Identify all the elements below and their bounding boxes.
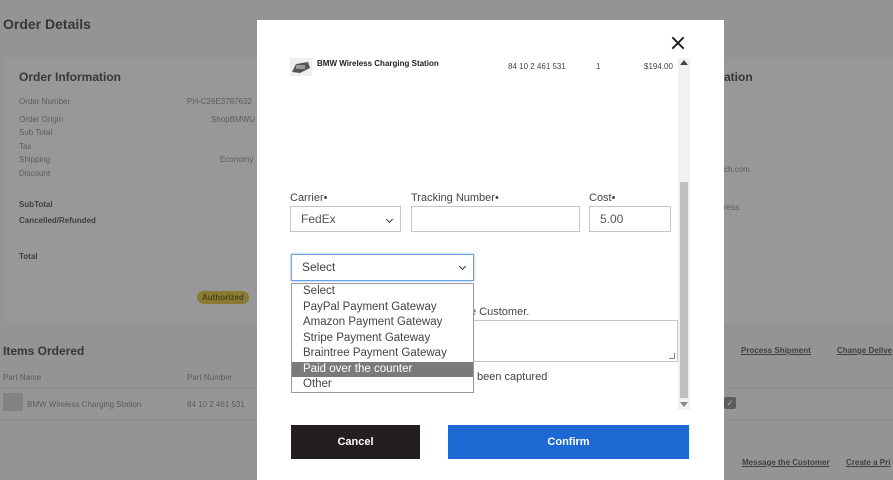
option-other[interactable]: Other bbox=[292, 377, 473, 393]
option-braintree[interactable]: Braintree Payment Gateway bbox=[292, 346, 473, 362]
cost-input[interactable]: 5.00 bbox=[589, 206, 671, 232]
tracking-number-input[interactable] bbox=[411, 206, 580, 232]
carrier-select[interactable]: FedEx bbox=[290, 206, 401, 232]
option-select[interactable]: Select bbox=[292, 284, 473, 300]
shipment-modal: BMW Wireless Charging Station 84 10 2 46… bbox=[257, 20, 724, 480]
resize-grip-icon[interactable] bbox=[669, 353, 675, 359]
option-paid-over-counter[interactable]: Paid over the counter bbox=[292, 361, 473, 377]
cost-label: Cost• bbox=[589, 192, 616, 204]
cancel-button[interactable]: Cancel bbox=[291, 425, 420, 459]
payment-captured-text: been captured bbox=[477, 371, 548, 383]
notify-customer-text: e Customer. bbox=[470, 306, 530, 318]
product-price: $194.00 bbox=[644, 62, 673, 71]
option-paypal[interactable]: PayPal Payment Gateway bbox=[292, 300, 473, 316]
product-part-number: 84 10 2 461 531 bbox=[508, 62, 566, 71]
product-name: BMW Wireless Charging Station bbox=[317, 59, 439, 68]
modal-scrollbar[interactable] bbox=[678, 58, 690, 410]
payment-method-select[interactable]: Select bbox=[291, 254, 474, 281]
carrier-label: Carrier• bbox=[290, 192, 328, 204]
option-amazon[interactable]: Amazon Payment Gateway bbox=[292, 315, 473, 331]
option-stripe[interactable]: Stripe Payment Gateway bbox=[292, 331, 473, 347]
scroll-down-icon[interactable] bbox=[680, 402, 688, 407]
message-textarea[interactable] bbox=[470, 320, 678, 362]
payment-method-options: Select PayPal Payment Gateway Amazon Pay… bbox=[291, 283, 474, 393]
product-thumbnail-icon bbox=[290, 58, 312, 76]
close-icon[interactable] bbox=[671, 36, 685, 50]
confirm-button[interactable]: Confirm bbox=[448, 425, 689, 459]
scroll-thumb[interactable] bbox=[680, 182, 688, 398]
scroll-up-icon[interactable] bbox=[680, 60, 688, 65]
product-quantity: 1 bbox=[596, 62, 601, 71]
tracking-number-label: Tracking Number• bbox=[411, 192, 499, 204]
